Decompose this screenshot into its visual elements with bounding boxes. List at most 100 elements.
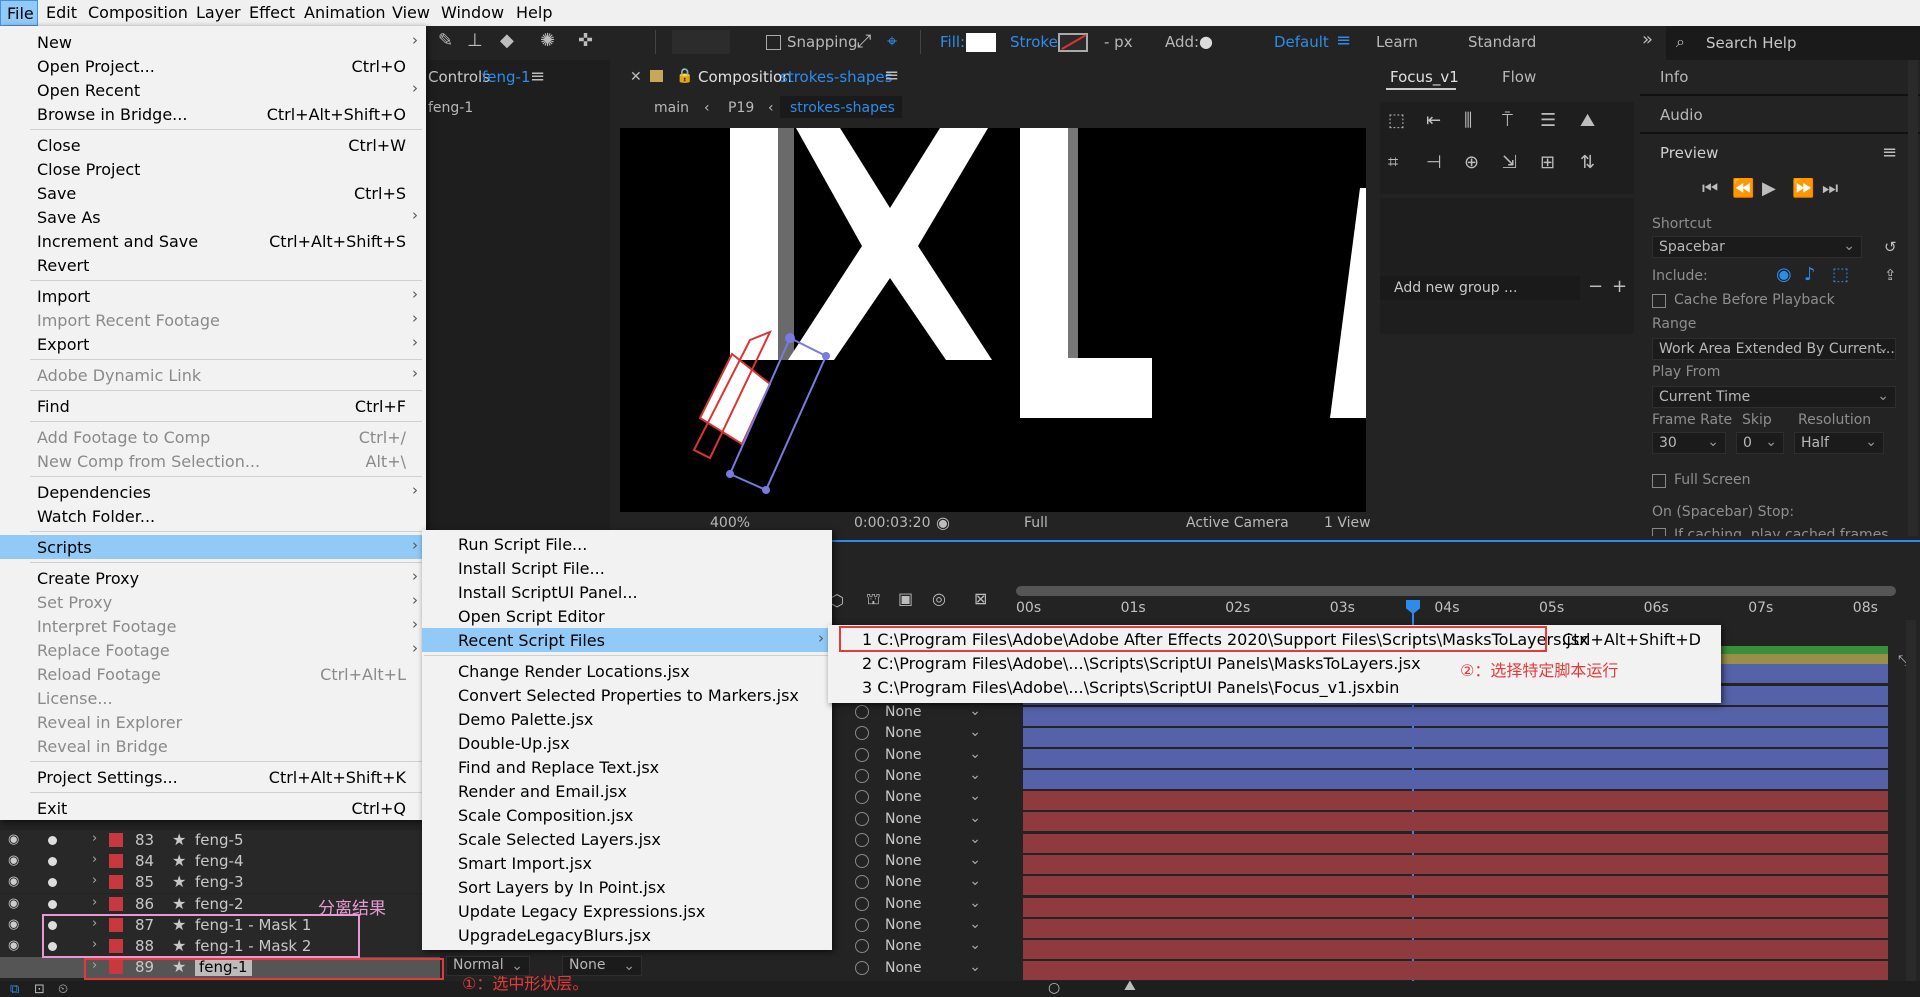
scripts-menu-item[interactable]: Scale Selected Layers.jsx (422, 827, 832, 851)
scripts-menu-item[interactable]: Render and Email.jsx (422, 779, 832, 803)
file-menu-item[interactable]: Project Settings... Ctrl+Alt+Shift+K (0, 765, 426, 789)
parent-select[interactable]: None ⌄ (855, 831, 985, 851)
file-menu-item[interactable]: Import › (0, 284, 426, 308)
file-menu-item[interactable]: Set Proxy › (0, 590, 426, 614)
clone-stamp-icon[interactable]: ⊥ (467, 32, 483, 50)
layer-name[interactable]: feng-5 (195, 831, 244, 849)
zoom-slider-icon[interactable]: ○ (1048, 979, 1060, 997)
layer-row[interactable]: ◉ › 83 ★ feng-5 (0, 830, 440, 851)
last-frame-icon[interactable]: ⏭ (1822, 180, 1838, 198)
scripts-menu-item[interactable]: Convert Selected Properties to Markers.j… (422, 683, 832, 707)
align-left-icon[interactable]: ⇤ (1426, 112, 1441, 130)
layer-name[interactable]: feng-2 (195, 895, 244, 913)
layer-row[interactable]: ◉ › 85 ★ feng-3 (0, 872, 440, 894)
track-matte-select[interactable]: None ⌄ (562, 956, 642, 977)
layer-track-bar[interactable] (1023, 961, 1888, 981)
file-menu-item[interactable]: Exit Ctrl+Q (0, 796, 426, 820)
workspace-standard[interactable]: Standard (1468, 33, 1536, 51)
workspace-learn[interactable]: Learn (1376, 33, 1418, 51)
layer-track-bar[interactable] (1023, 854, 1888, 874)
tab-flow[interactable]: Flow (1502, 68, 1536, 86)
file-menu-item[interactable]: Adobe Dynamic Link › (0, 363, 426, 387)
layer-track-bar[interactable] (1023, 707, 1888, 726)
file-menu-item[interactable]: Close Ctrl+W (0, 133, 426, 157)
audio-include-icon[interactable]: ♪ (1804, 266, 1816, 284)
menu-edit[interactable]: Edit (46, 3, 77, 22)
zoom-in-icon[interactable]: ⛰ (1124, 977, 1136, 995)
snapping-checkbox[interactable] (766, 35, 781, 50)
snap-edge-icon[interactable]: ⤢ (857, 33, 871, 51)
file-menu-item[interactable]: Reveal in Explorer (0, 710, 426, 734)
current-time[interactable]: 0:00:03:20 (854, 515, 931, 531)
file-menu-item[interactable]: Import Recent Footage › (0, 308, 426, 332)
workspace-menu-icon[interactable]: ≡ (1336, 32, 1351, 50)
prev-frame-icon[interactable]: ⏪ (1732, 180, 1754, 198)
layer-name[interactable]: feng-4 (195, 852, 244, 870)
play-icon[interactable]: ▶ (1762, 180, 1776, 198)
layer-track-bar[interactable] (1023, 918, 1888, 938)
scripts-menu-item[interactable]: Sort Layers by In Point.jsx (422, 875, 832, 899)
parent-select[interactable]: None ⌄ (855, 959, 985, 979)
shy-icon[interactable]: ⬡ (830, 592, 844, 610)
menu-composition[interactable]: Composition (88, 3, 188, 22)
distribute-icon[interactable]: ☰ (1540, 112, 1556, 130)
layer-track-bar[interactable] (1023, 770, 1888, 789)
add-group-input[interactable]: Add new group ... (1380, 276, 1580, 300)
menu-file[interactable]: File (0, 0, 38, 26)
scripts-menu-item[interactable]: Find and Replace Text.jsx (422, 755, 832, 779)
eye-icon[interactable]: ◉ (8, 938, 19, 953)
pick-whip-icon[interactable] (855, 918, 869, 932)
eye-icon[interactable]: ◉ (8, 917, 19, 932)
file-menu-item[interactable]: Open Recent › (0, 78, 426, 102)
label-color-swatch[interactable] (109, 833, 123, 847)
file-menu-item[interactable]: New › (0, 30, 426, 54)
parent-select[interactable]: None ⌄ (855, 703, 985, 723)
menu-layer[interactable]: Layer (196, 3, 241, 22)
parent-select[interactable]: None ⌄ (855, 724, 985, 744)
scripts-menu-item[interactable]: Smart Import.jsx (422, 851, 832, 875)
add-button-icon[interactable]: ● (1199, 33, 1213, 51)
add-icon[interactable]: + (1612, 278, 1627, 296)
scripts-menu-item[interactable]: Change Render Locations.jsx (422, 659, 832, 683)
on-stop-checkbox[interactable] (1652, 528, 1666, 536)
pick-whip-icon[interactable] (855, 811, 869, 826)
file-menu-item[interactable]: Save Ctrl+S (0, 181, 426, 205)
breadcrumb-main[interactable]: main (654, 100, 689, 116)
file-menu-item[interactable]: Export › (0, 332, 426, 356)
file-menu-item[interactable]: Revert (0, 253, 426, 277)
overlay-include-icon[interactable]: ⬚ (1832, 266, 1849, 284)
audio-tab[interactable]: Audio (1660, 106, 1703, 124)
scripts-menu-item[interactable]: Install ScriptUI Panel... (422, 580, 832, 604)
preview-menu-icon[interactable]: ≡ (1882, 144, 1897, 162)
align-center-icon[interactable]: ⫼ (1464, 112, 1472, 130)
search-help-box[interactable]: ⌕ Search Help (1666, 26, 1920, 60)
parent-select[interactable]: None ⌄ (855, 788, 985, 808)
remove-icon[interactable]: − (1588, 278, 1603, 296)
parent-select[interactable]: None ⌄ (855, 937, 985, 957)
eraser-icon[interactable]: ◆ (500, 32, 514, 50)
blend-mode-select[interactable]: Normal ⌄ (446, 956, 530, 977)
expand-icon[interactable]: › (92, 873, 97, 888)
file-menu-item[interactable]: Reveal in Bridge (0, 734, 426, 758)
file-menu-item[interactable]: Close Project (0, 157, 426, 181)
eye-icon[interactable]: ◉ (8, 896, 19, 911)
scripts-menu-item[interactable]: Install Script File... (422, 556, 832, 580)
align-icon[interactable]: ⬚ (1388, 112, 1405, 130)
parent-select[interactable]: None ⌄ (855, 916, 985, 936)
parent-select[interactable]: None ⌄ (855, 767, 985, 787)
label-color-swatch[interactable] (109, 854, 123, 869)
menu-view[interactable]: View (392, 3, 430, 22)
more-workspaces-icon[interactable]: » (1642, 31, 1653, 49)
pick-whip-icon[interactable] (855, 875, 869, 890)
parent-select[interactable]: None ⌄ (855, 895, 985, 915)
file-menu-item[interactable]: Save As › (0, 205, 426, 229)
camera-select[interactable]: Active Camera (1186, 515, 1289, 531)
composition-viewer[interactable] (620, 128, 1366, 512)
lock-icon[interactable]: 🔒 (676, 67, 693, 85)
roto-brush-icon[interactable]: ✺ (540, 32, 555, 50)
anchor-left-icon[interactable]: ⊣ (1426, 154, 1442, 172)
file-menu-item[interactable]: New Comp from Selection... Alt+\ (0, 449, 426, 473)
video-include-icon[interactable]: ◉ (1776, 266, 1792, 284)
parent-select[interactable]: None ⌄ (855, 810, 985, 830)
file-menu-item[interactable]: Interpret Footage › (0, 614, 426, 638)
